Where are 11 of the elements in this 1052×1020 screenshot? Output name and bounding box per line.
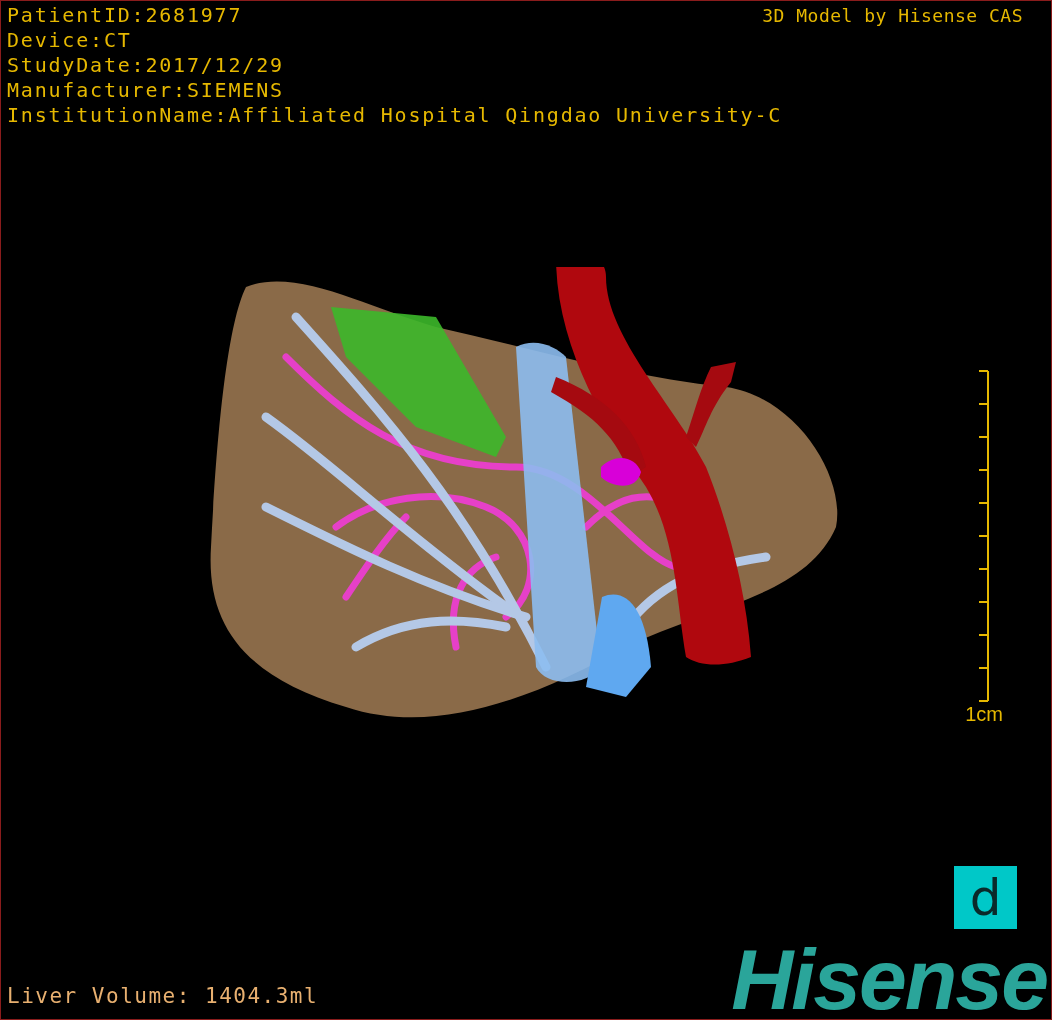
study-info-text: PatientID:2681977 (7, 3, 243, 28)
viewer-title: 3D Model by Hisense CAS (762, 4, 1023, 28)
study-info-text: InstitutionName:Affiliated Hospital Qingdao University-C (7, 103, 784, 128)
study-info-text: StudyDate:2017/12/29 (7, 53, 285, 78)
brand-logo: Hisense (731, 943, 1048, 1015)
logo-badge: d (954, 866, 1017, 929)
study-info-text: Device:CT (7, 28, 133, 53)
volume-text: Liver Volume: 1404.3ml (7, 983, 319, 1009)
scale-bar-icon (977, 369, 992, 703)
study-info-text: Manufacturer:SIEMENS (7, 78, 285, 103)
scale-label: 1cm (965, 703, 1003, 725)
